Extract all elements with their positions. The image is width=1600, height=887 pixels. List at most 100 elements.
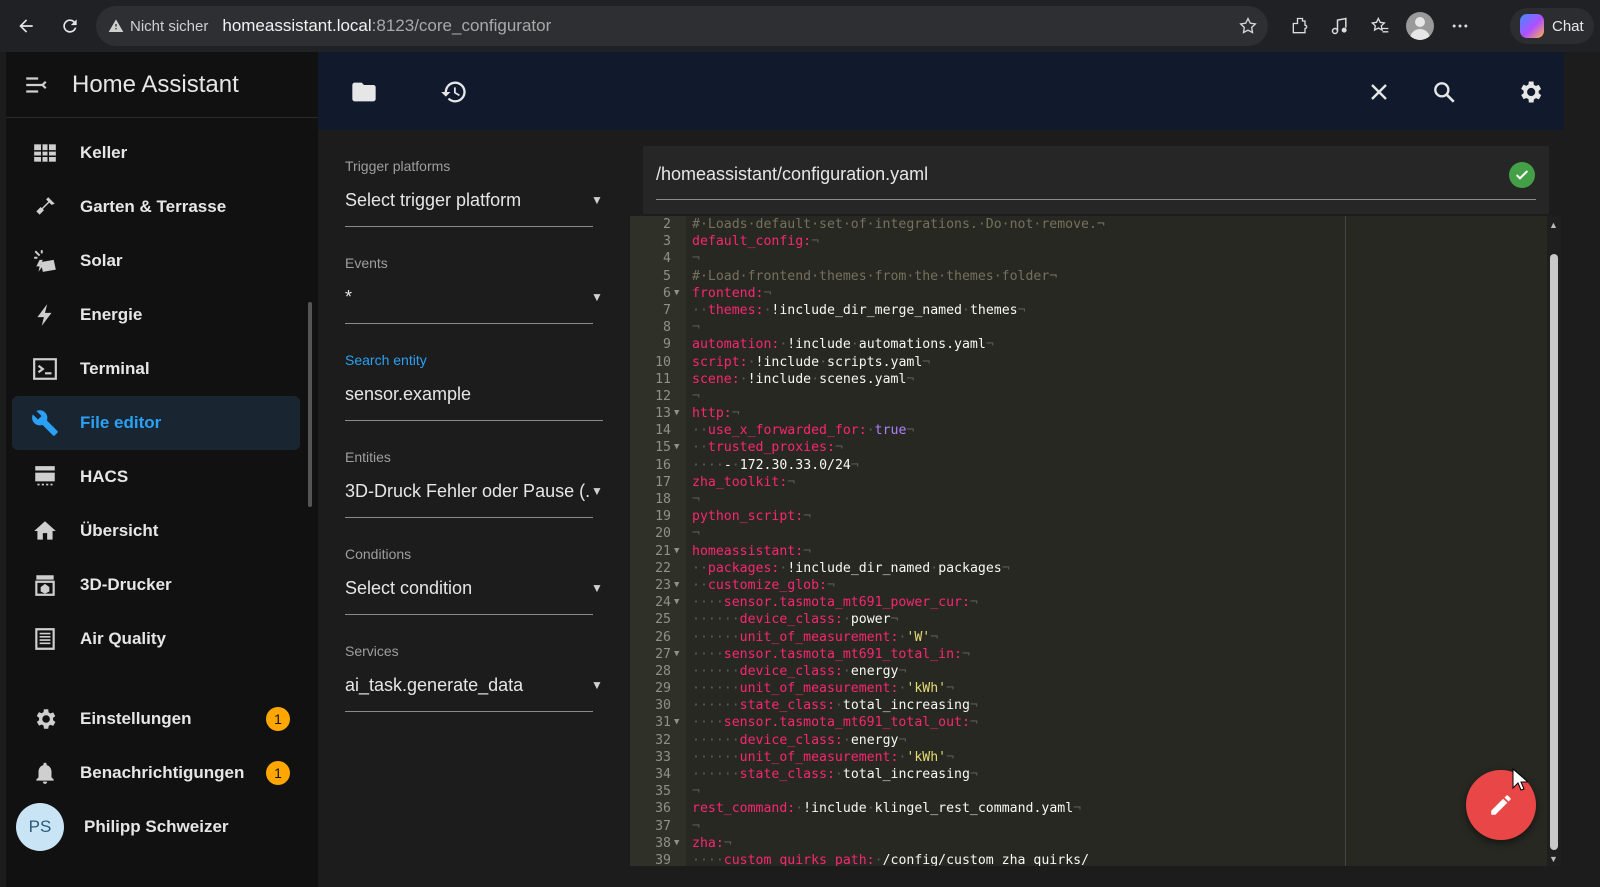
- sidebar-item-terminal[interactable]: Terminal: [12, 342, 300, 396]
- settings-button[interactable]: [1512, 74, 1548, 110]
- code-editor[interactable]: 2 #·Loads·default·set·of·integrations.·Do…: [630, 216, 1547, 866]
- fold-toggle-icon[interactable]: ▼: [674, 646, 679, 663]
- sidebar-scrollbar[interactable]: [306, 132, 314, 682]
- sidebar-item-energie[interactable]: Energie: [12, 288, 300, 342]
- search-entity-input[interactable]: Search entity sensor.example: [345, 340, 607, 437]
- sidebar-item-garten[interactable]: Garten & Terrasse: [12, 180, 300, 234]
- browse-files-button[interactable]: [346, 74, 382, 110]
- media-icon[interactable]: [1320, 8, 1360, 44]
- editor-scrollbar[interactable]: ▲ ▼: [1547, 216, 1561, 866]
- address-bar[interactable]: Nicht sicher homeassistant.local:8123/co…: [96, 6, 1268, 46]
- code-line[interactable]: 38 ▼ zha:¬: [630, 835, 1547, 852]
- code-line[interactable]: 6 ▼ frontend:¬: [630, 285, 1547, 302]
- code-line[interactable]: 2 #·Loads·default·set·of·integrations.·Do…: [630, 216, 1547, 233]
- code-line[interactable]: 33 ······unit_of_measurement:·'kWh'¬: [630, 749, 1547, 766]
- sidebar-item-file-editor[interactable]: File editor: [12, 396, 300, 450]
- code-line[interactable]: 10 script:·!include·scripts.yaml¬: [630, 354, 1547, 371]
- close-button[interactable]: [1361, 74, 1397, 110]
- code-line[interactable]: 24 ▼ ····sensor.tasmota_mt691_power_cur:¬: [630, 594, 1547, 611]
- code-text: ······state_class:·total_increasing¬: [692, 698, 978, 714]
- line-number: 25: [655, 612, 671, 628]
- code-line[interactable]: 7 ··themes:·!include_dir_merge_named·them…: [630, 302, 1547, 319]
- trigger-platforms-select[interactable]: Trigger platforms Select trigger platfor…: [345, 146, 607, 243]
- code-line[interactable]: 4 ¬: [630, 250, 1547, 267]
- reload-button[interactable]: [52, 8, 88, 44]
- code-line[interactable]: 27 ▼ ····sensor.tasmota_mt691_total_in:¬: [630, 646, 1547, 663]
- code-line[interactable]: 37 ¬: [630, 818, 1547, 835]
- code-text: ····sensor.tasmota_mt691_power_cur:¬: [692, 595, 978, 611]
- code-line[interactable]: 34 ······state_class:·total_increasing¬: [630, 766, 1547, 783]
- fold-toggle-icon[interactable]: ▼: [674, 714, 679, 731]
- code-line[interactable]: 20 ¬: [630, 525, 1547, 542]
- fold-toggle-icon[interactable]: ▼: [674, 835, 679, 852]
- code-line[interactable]: 29 ······unit_of_measurement:·'kWh'¬: [630, 680, 1547, 697]
- fold-toggle-icon[interactable]: ▼: [674, 439, 679, 456]
- code-line[interactable]: 35 ¬: [630, 783, 1547, 800]
- code-line[interactable]: 13 ▼ http:¬: [630, 405, 1547, 422]
- code-line[interactable]: 22 ··packages:·!include_dir_named·package…: [630, 560, 1547, 577]
- security-warning[interactable]: Nicht sicher: [108, 18, 208, 35]
- sidebar-item-uebersicht[interactable]: Übersicht: [12, 504, 300, 558]
- line-number: 22: [655, 560, 671, 576]
- sidebar-item-solar[interactable]: Solar: [12, 234, 300, 288]
- fold-toggle-icon[interactable]: ▼: [674, 577, 679, 594]
- field-value: *: [345, 287, 353, 307]
- sidebar-item-keller[interactable]: Keller: [12, 126, 300, 180]
- fold-toggle-icon[interactable]: ▼: [674, 285, 679, 302]
- favorite-star-icon[interactable]: [1238, 16, 1258, 41]
- code-line[interactable]: 25 ······device_class:·power¬: [630, 611, 1547, 628]
- code-line[interactable]: 12 ¬: [630, 388, 1547, 405]
- code-line[interactable]: 5 #·Load·frontend·themes·from·the·themes·…: [630, 268, 1547, 285]
- copilot-chat-button[interactable]: Chat: [1510, 8, 1594, 44]
- sidebar-item-3d-drucker[interactable]: 3D-Drucker: [12, 558, 300, 612]
- code-line[interactable]: 19 python_script:¬: [630, 508, 1547, 525]
- code-line[interactable]: 30 ······state_class:·total_increasing¬: [630, 697, 1547, 714]
- sidebar-item-hacs[interactable]: HACS: [12, 450, 300, 504]
- line-number: 16: [655, 457, 671, 473]
- code-line[interactable]: 26 ······unit_of_measurement:·'W'¬: [630, 629, 1547, 646]
- search-button[interactable]: [1426, 74, 1462, 110]
- entities-select[interactable]: Entities 3D-Druck Fehler oder Pause (...…: [345, 437, 607, 534]
- sidebar-item-air-quality[interactable]: Air Quality: [12, 612, 300, 666]
- field-value: Select trigger platform: [345, 190, 522, 210]
- code-line[interactable]: 21 ▼ homeassistant:¬: [630, 543, 1547, 560]
- code-line[interactable]: 18 ¬: [630, 491, 1547, 508]
- services-select[interactable]: Services ai_task.generate_data ▼: [345, 631, 607, 728]
- code-line[interactable]: 32 ······device_class:·energy¬: [630, 732, 1547, 749]
- code-line[interactable]: 11 scene:·!include·scenes.yaml¬: [630, 371, 1547, 388]
- fold-toggle-icon[interactable]: ▼: [674, 594, 679, 611]
- menu-toggle-icon[interactable]: [6, 72, 66, 98]
- fold-toggle-icon[interactable]: ▼: [674, 405, 679, 422]
- profile-icon[interactable]: [1400, 8, 1440, 44]
- code-line[interactable]: 39 ····custom_quirks_path:·/config/custom…: [630, 852, 1547, 866]
- code-line[interactable]: 3 default_config:¬: [630, 233, 1547, 250]
- fold-toggle-icon[interactable]: ▼: [674, 543, 679, 560]
- code-line[interactable]: 17 zha_toolkit:¬: [630, 474, 1547, 491]
- back-button[interactable]: [8, 8, 44, 44]
- favorites-icon[interactable]: [1360, 8, 1400, 44]
- code-text: ¬: [692, 784, 700, 800]
- code-line[interactable]: 36 rest_command:·!include·klingel_rest_co…: [630, 800, 1547, 817]
- notifications-badge: 1: [266, 761, 290, 785]
- code-line[interactable]: 23 ▼ ··customize_glob:¬: [630, 577, 1547, 594]
- code-line[interactable]: 15 ▼ ··trusted_proxies:¬: [630, 439, 1547, 456]
- code-line[interactable]: 28 ······device_class:·energy¬: [630, 663, 1547, 680]
- more-options-icon[interactable]: [1440, 8, 1480, 44]
- sidebar-item-benachrichtigungen[interactable]: Benachrichtigungen 1: [12, 746, 312, 800]
- sidebar-item-label: Energie: [80, 305, 143, 324]
- code-line[interactable]: 16 ····-·172.30.33.0/24¬: [630, 457, 1547, 474]
- events-select[interactable]: Events * ▼: [345, 243, 607, 340]
- line-number: 32: [655, 732, 671, 748]
- extensions-icon[interactable]: [1280, 8, 1320, 44]
- scroll-down-icon[interactable]: ▼: [1549, 854, 1558, 864]
- code-line[interactable]: 8 ¬: [630, 319, 1547, 336]
- sidebar-user[interactable]: PS Philipp Schweizer: [6, 800, 318, 854]
- code-text: ¬: [692, 388, 700, 404]
- sidebar-item-einstellungen[interactable]: Einstellungen 1: [12, 692, 312, 746]
- code-line[interactable]: 31 ▼ ····sensor.tasmota_mt691_total_out:¬: [630, 714, 1547, 731]
- code-line[interactable]: 14 ··use_x_forwarded_for:·true¬: [630, 422, 1547, 439]
- scroll-up-icon[interactable]: ▲: [1549, 220, 1558, 230]
- history-button[interactable]: [436, 74, 472, 110]
- code-line[interactable]: 9 automation:·!include·automations.yaml¬: [630, 336, 1547, 353]
- conditions-select[interactable]: Conditions Select condition ▼: [345, 534, 607, 631]
